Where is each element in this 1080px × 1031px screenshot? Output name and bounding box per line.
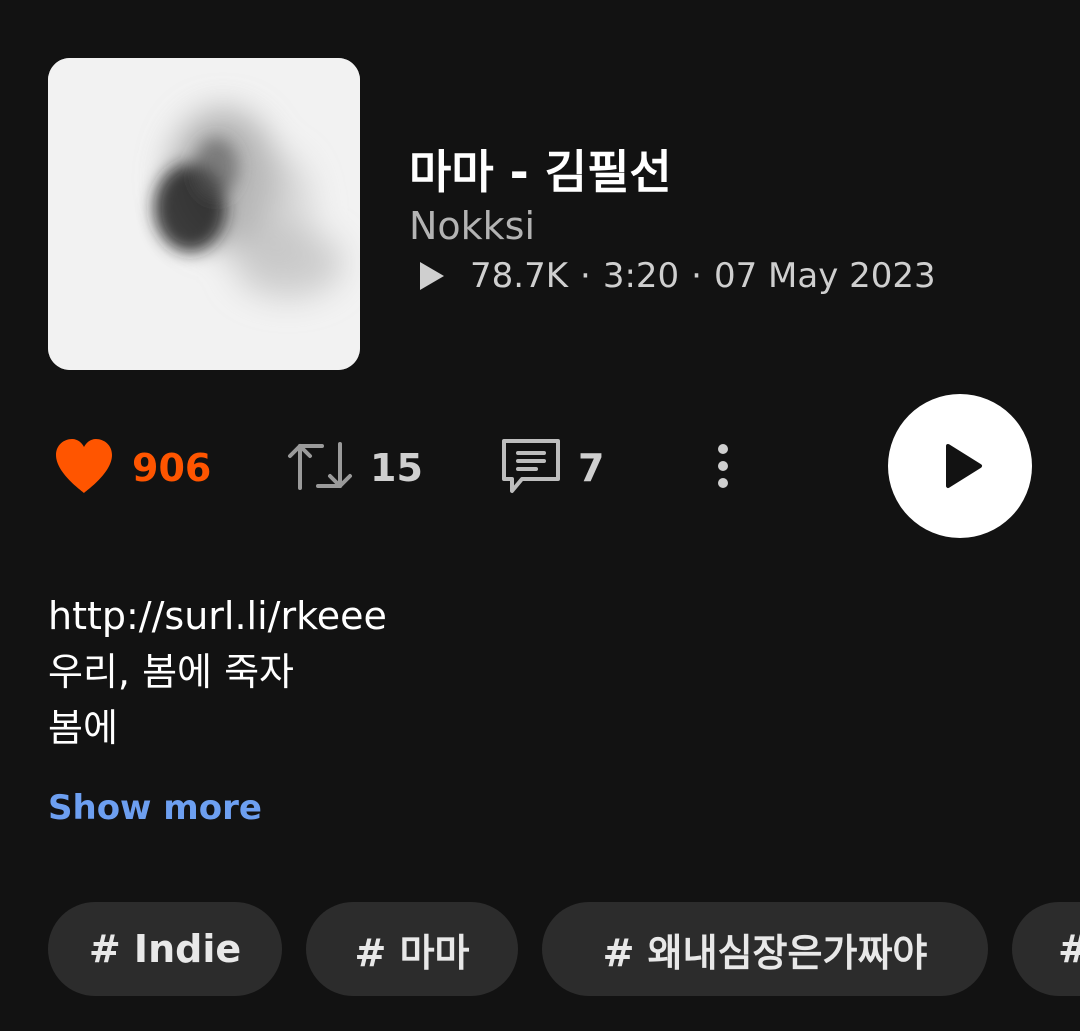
- heart-icon: [52, 437, 116, 499]
- tag-chip[interactable]: # 왜내심장은가짜야: [542, 902, 988, 996]
- tag-chip[interactable]: # Indie: [48, 902, 282, 996]
- track-description: http://surl.li/rkeee 우리, 봄에 죽자 봄에: [48, 588, 387, 756]
- action-bar: 906 15 7: [48, 394, 1038, 538]
- more-vertical-icon: [716, 443, 730, 493]
- repost-icon: [286, 440, 354, 496]
- tag-list: # Indie # 마마 # 왜내심장은가짜야 #: [48, 902, 1080, 996]
- track-duration: 3:20: [602, 256, 680, 296]
- more-options-button[interactable]: [708, 420, 738, 516]
- track-title: 마마 - 김필선: [409, 145, 672, 199]
- artwork-image: [48, 58, 360, 370]
- comment-button[interactable]: 7: [500, 420, 604, 516]
- repost-button[interactable]: 15: [286, 420, 423, 516]
- meta-separator: ·: [691, 256, 702, 296]
- description-line: 우리, 봄에 죽자: [48, 650, 294, 694]
- comment-icon: [500, 437, 562, 499]
- like-count: 906: [132, 446, 212, 490]
- play-icon: [944, 442, 984, 490]
- show-more-link[interactable]: Show more: [48, 788, 262, 828]
- track-meta: 78.7K · 3:20 · 07 May 2023: [418, 254, 936, 298]
- upload-date: 07 May 2023: [713, 256, 936, 296]
- album-artwork[interactable]: [48, 58, 360, 370]
- description-link[interactable]: http://surl.li/rkeee: [48, 588, 387, 644]
- play-count: 78.7K: [470, 256, 568, 296]
- repost-count: 15: [370, 446, 423, 490]
- play-button[interactable]: [888, 394, 1032, 538]
- track-page: 마마 - 김필선 Nokksi 78.7K · 3:20 · 07 May 20…: [0, 0, 1080, 1031]
- description-line: 봄에: [48, 706, 118, 750]
- meta-separator: ·: [580, 256, 591, 296]
- play-count-icon: [418, 260, 446, 292]
- artist-name[interactable]: Nokksi: [409, 204, 535, 248]
- tag-chip[interactable]: #: [1012, 902, 1080, 996]
- like-button[interactable]: 906: [52, 420, 211, 516]
- tag-chip[interactable]: # 마마: [306, 902, 518, 996]
- comment-count: 7: [578, 446, 605, 490]
